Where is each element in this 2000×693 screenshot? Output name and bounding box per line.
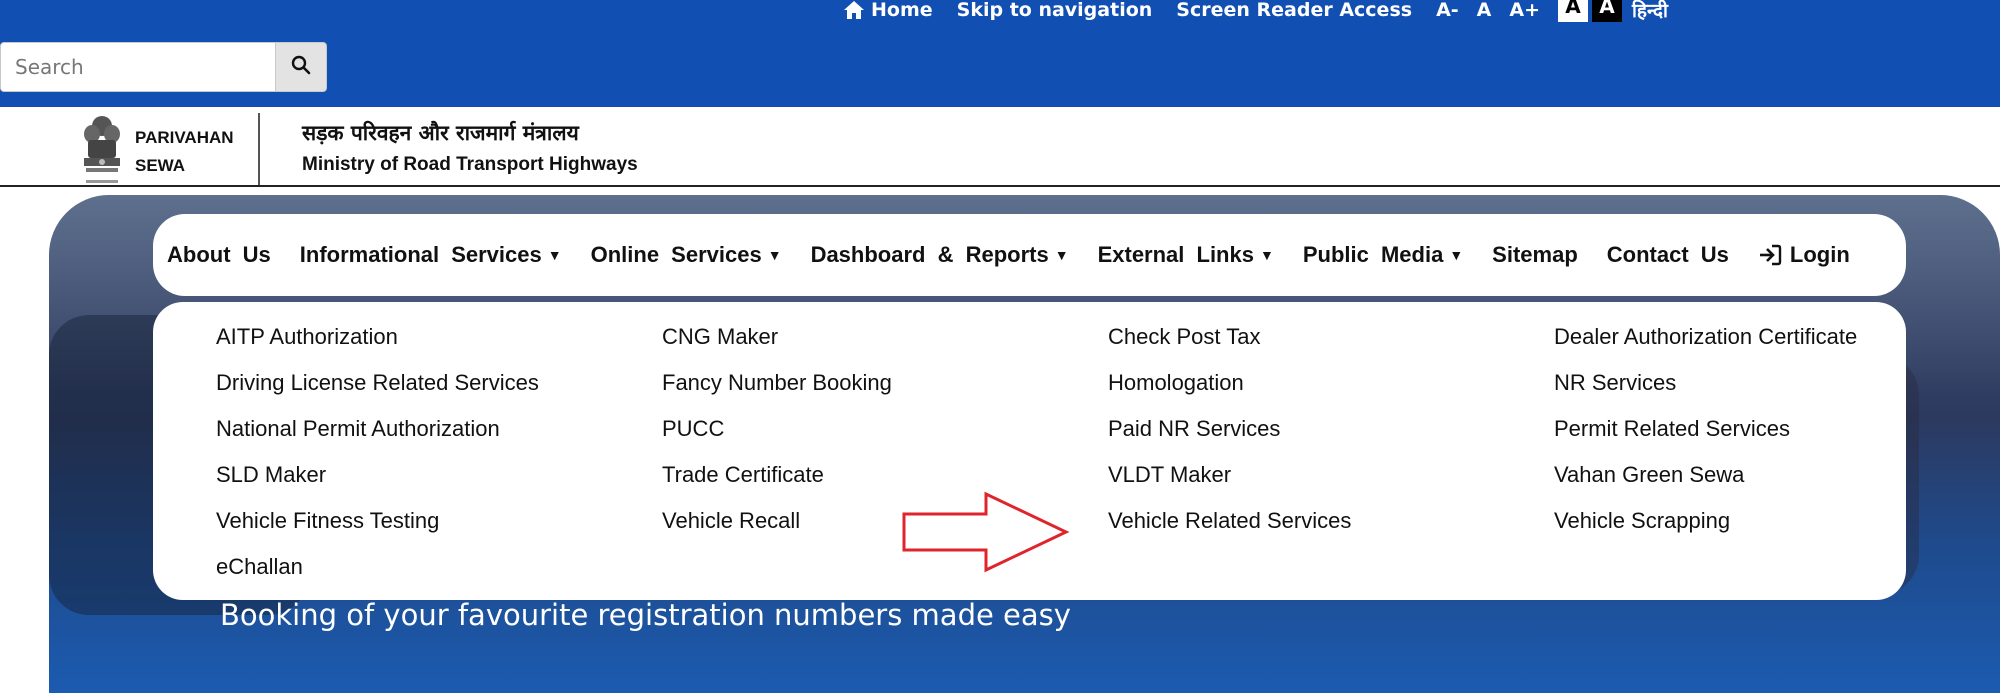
caret-down-icon: ▼ bbox=[1054, 247, 1069, 263]
dropdown-item[interactable]: Vehicle Fitness Testing bbox=[216, 508, 439, 534]
search-button[interactable] bbox=[275, 42, 327, 92]
nav-sitemap[interactable]: Sitemap bbox=[1492, 242, 1578, 268]
nav-sitemap-label: Sitemap bbox=[1492, 242, 1578, 267]
brand-divider bbox=[258, 113, 260, 185]
dropdown-item[interactable]: Vehicle Recall bbox=[662, 508, 800, 534]
login-icon bbox=[1758, 244, 1782, 266]
site-header bbox=[0, 107, 2000, 187]
dropdown-item[interactable]: eChallan bbox=[216, 554, 303, 580]
dropdown-item[interactable]: Permit Related Services bbox=[1554, 416, 1790, 442]
brand-line2: SEWA bbox=[135, 156, 186, 175]
home-label: Home bbox=[871, 0, 933, 21]
nav-external-links-label: External Links bbox=[1097, 242, 1254, 267]
main-navigation: About Us Informational Services ▼ Online … bbox=[153, 214, 1906, 296]
nav-contact-us-label: Contact Us bbox=[1606, 242, 1729, 267]
font-increase-button[interactable]: A+ bbox=[1509, 0, 1540, 21]
nav-online-services[interactable]: Online Services ▼ bbox=[591, 242, 782, 268]
screen-reader-access-link[interactable]: Screen Reader Access bbox=[1176, 0, 1412, 21]
nav-informational-services[interactable]: Informational Services ▼ bbox=[300, 242, 562, 268]
ministry-name-english: Ministry of Road Transport Highways bbox=[302, 154, 638, 175]
caret-down-icon: ▼ bbox=[547, 247, 562, 263]
dropdown-item-vehicle-related-services[interactable]: Vehicle Related Services bbox=[1108, 508, 1351, 534]
search-icon bbox=[291, 55, 311, 79]
search-input[interactable] bbox=[0, 42, 276, 92]
nav-dashboard-reports-label: Dashboard & Reports bbox=[810, 242, 1049, 267]
dark-theme-button[interactable]: A bbox=[1592, 0, 1622, 22]
nav-contact-us[interactable]: Contact Us bbox=[1607, 242, 1729, 268]
home-link[interactable]: Home bbox=[843, 0, 933, 21]
caret-down-icon: ▼ bbox=[1449, 247, 1464, 263]
nav-informational-services-label: Informational Services bbox=[299, 242, 542, 267]
nav-online-services-label: Online Services bbox=[590, 242, 762, 267]
dropdown-item[interactable]: AITP Authorization bbox=[216, 324, 398, 350]
dropdown-item[interactable]: Driving License Related Services bbox=[216, 370, 539, 396]
home-icon bbox=[843, 0, 865, 20]
nav-public-media-label: Public Media bbox=[1302, 242, 1444, 267]
dropdown-item[interactable]: Vahan Green Sewa bbox=[1554, 462, 1744, 488]
national-emblem-logo bbox=[80, 112, 124, 190]
annotation-arrow-icon bbox=[900, 490, 1070, 610]
hindi-language-link[interactable]: हिन्दी bbox=[1632, 0, 1668, 23]
dropdown-item[interactable]: PUCC bbox=[662, 416, 724, 442]
dropdown-item[interactable]: CNG Maker bbox=[662, 324, 778, 350]
nav-login[interactable]: Login bbox=[1758, 242, 1850, 268]
utility-links: Home Skip to navigation Screen Reader Ac… bbox=[843, 0, 1668, 23]
dropdown-item[interactable]: National Permit Authorization bbox=[216, 416, 500, 442]
caret-down-icon: ▼ bbox=[1259, 247, 1274, 263]
dropdown-item[interactable]: Homologation bbox=[1108, 370, 1244, 396]
top-utility-bar: Home Skip to navigation Screen Reader Ac… bbox=[0, 0, 2000, 107]
nav-dashboard-reports[interactable]: Dashboard & Reports ▼ bbox=[811, 242, 1069, 268]
dropdown-item[interactable]: NR Services bbox=[1554, 370, 1676, 396]
nav-about-us[interactable]: About Us bbox=[167, 242, 271, 268]
font-decrease-button[interactable]: A- bbox=[1436, 0, 1459, 21]
dropdown-item[interactable]: Fancy Number Booking bbox=[662, 370, 892, 396]
brand-line1: PARIVAHAN bbox=[135, 128, 234, 147]
dropdown-item[interactable]: Trade Certificate bbox=[662, 462, 824, 488]
light-theme-button[interactable]: A bbox=[1558, 0, 1588, 22]
dropdown-item[interactable]: VLDT Maker bbox=[1108, 462, 1231, 488]
nav-public-media[interactable]: Public Media ▼ bbox=[1303, 242, 1463, 268]
caret-down-icon: ▼ bbox=[767, 247, 782, 263]
skip-to-navigation-link[interactable]: Skip to navigation bbox=[957, 0, 1153, 21]
nav-login-label: Login bbox=[1789, 242, 1850, 267]
dropdown-item[interactable]: Check Post Tax bbox=[1108, 324, 1260, 350]
nav-about-us-label: About Us bbox=[167, 242, 271, 267]
dropdown-item[interactable]: Dealer Authorization Certificate bbox=[1554, 324, 1857, 350]
dropdown-item[interactable]: Vehicle Scrapping bbox=[1554, 508, 1730, 534]
parivahan-sewa-brand[interactable]: PARIVAHAN SEWA bbox=[135, 124, 234, 180]
nav-external-links[interactable]: External Links ▼ bbox=[1098, 242, 1274, 268]
dropdown-item[interactable]: Paid NR Services bbox=[1108, 416, 1280, 442]
dropdown-item[interactable]: SLD Maker bbox=[216, 462, 326, 488]
ministry-name-hindi: सड़क परिवहन और राजमार्ग मंत्रालय bbox=[302, 121, 579, 145]
font-normal-button[interactable]: A bbox=[1477, 0, 1492, 21]
